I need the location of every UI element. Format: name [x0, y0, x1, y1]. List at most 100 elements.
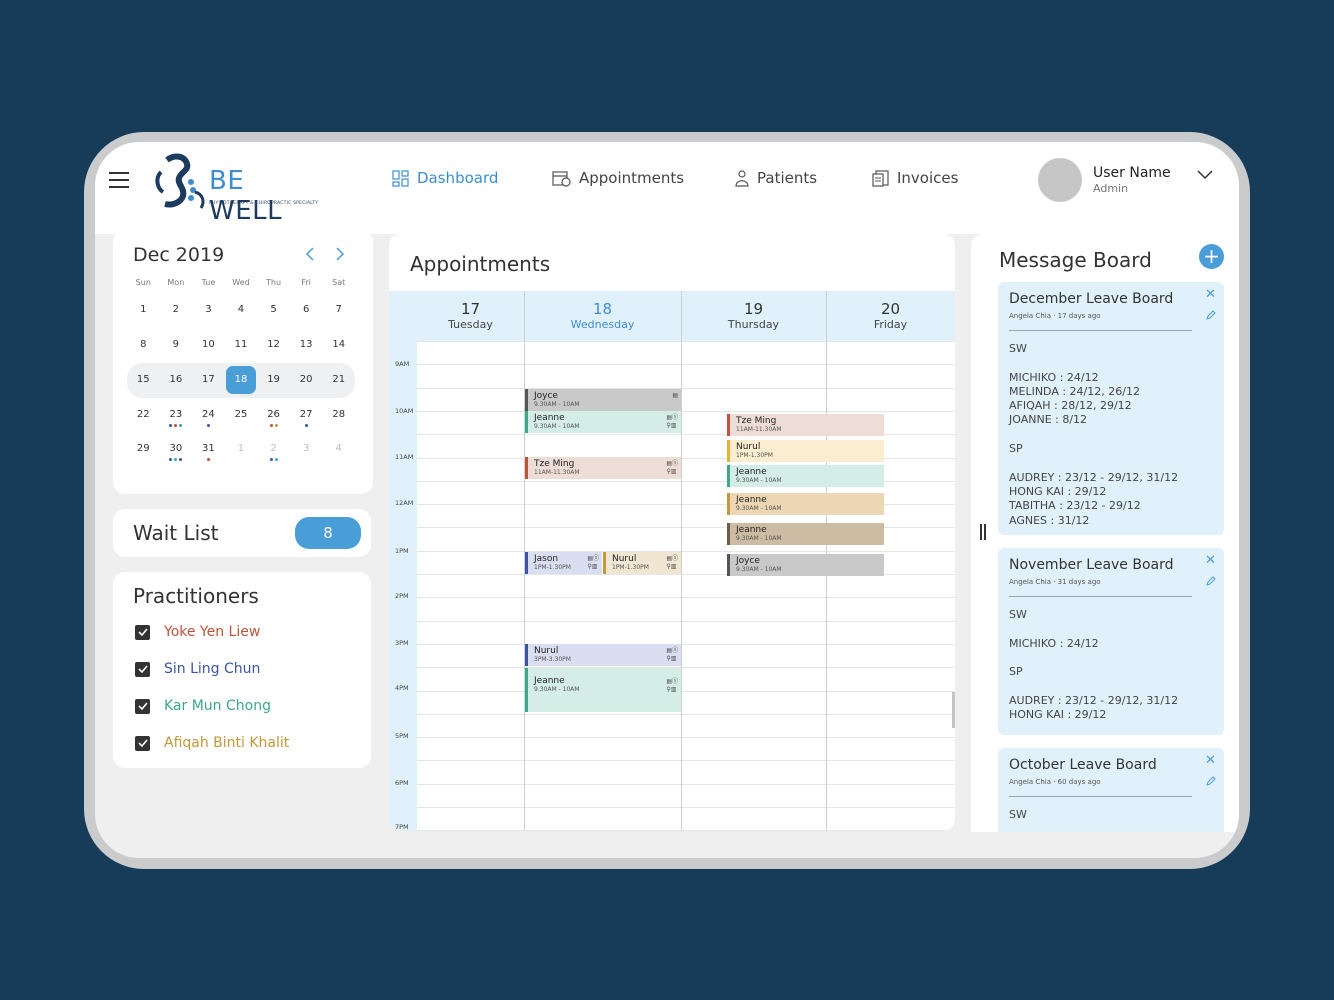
- calendar-day[interactable]: 6: [290, 296, 323, 324]
- wait-list-count-badge[interactable]: 8: [295, 517, 361, 549]
- calendar-day[interactable]: 27: [290, 401, 323, 429]
- checkbox-checked[interactable]: [135, 698, 150, 714]
- calendar-day[interactable]: 2: [257, 435, 290, 463]
- grid-line: [417, 388, 955, 389]
- close-icon[interactable]: ✕: [1205, 753, 1216, 768]
- calendar-day[interactable]: 30: [160, 435, 193, 463]
- card-title: December Leave Board: [1009, 291, 1174, 307]
- appointment-event[interactable]: Nurul 1PM-1.30PM: [727, 440, 884, 462]
- appointment-event[interactable]: Jason 1PM-1.30PM ▤ⓢ ⚲▥: [525, 552, 602, 574]
- calendar-scrollbar[interactable]: [952, 692, 955, 728]
- calendar-day[interactable]: 22: [127, 401, 160, 429]
- event-dots: [257, 458, 290, 462]
- calendar-day[interactable]: 3: [290, 435, 323, 463]
- calendar-day[interactable]: 26: [257, 401, 290, 429]
- practitioner-item[interactable]: Kar Mun Chong: [135, 698, 271, 714]
- calendar-day[interactable]: 11: [225, 331, 258, 359]
- user-role: Admin: [1093, 182, 1129, 195]
- calendar-day[interactable]: 19: [257, 366, 290, 394]
- calendar-day[interactable]: 4: [225, 296, 258, 324]
- day-column-header-today[interactable]: 18 Wednesday: [524, 291, 681, 341]
- user-name: User Name: [1093, 165, 1171, 181]
- calendar-day[interactable]: 9: [160, 331, 193, 359]
- appointment-event[interactable]: Jeanne 9.30AM - 10AM ▤ⓢ ⚲▥: [525, 668, 681, 712]
- calendar-day[interactable]: 24: [192, 401, 225, 429]
- appointment-event[interactable]: Jeanne 9.30AM - 10AM ▤ⓢ ⚲▥: [525, 411, 681, 433]
- calendar-day[interactable]: 14: [322, 331, 355, 359]
- appointment-event[interactable]: Jeanne 9.30AM - 10AM: [727, 523, 884, 545]
- event-patient-name: Jeanne: [736, 525, 767, 535]
- calendar-day[interactable]: 5: [257, 296, 290, 324]
- close-icon[interactable]: ✕: [1205, 553, 1216, 568]
- calendar-day[interactable]: 10: [192, 331, 225, 359]
- calendar-day[interactable]: 28: [322, 401, 355, 429]
- calendar-day[interactable]: 15: [127, 366, 160, 394]
- practitioner-item[interactable]: Sin Ling Chun: [135, 661, 260, 677]
- calendar-day[interactable]: 8: [127, 331, 160, 359]
- day-column-header[interactable]: 20 Friday: [826, 291, 955, 341]
- appointment-event[interactable]: Nurul 3PM-3.30PM ▤ⓢ ⚲▥: [525, 644, 681, 666]
- leave-board-card[interactable]: December Leave Board Angela Chia · 17 da…: [998, 282, 1224, 535]
- checkbox-checked[interactable]: [135, 624, 150, 640]
- close-icon[interactable]: ✕: [1205, 287, 1216, 302]
- edit-icon[interactable]: [1206, 576, 1216, 586]
- calendar-day[interactable]: 17: [192, 366, 225, 394]
- prev-month-icon[interactable]: [303, 246, 317, 262]
- time-label: 10AM: [395, 407, 414, 415]
- menu-icon[interactable]: [109, 172, 129, 188]
- time-label: 7PM: [395, 823, 409, 831]
- weekday-label: Sat: [332, 278, 346, 287]
- card-divider: [1009, 596, 1192, 597]
- practitioner-item[interactable]: Yoke Yen Liew: [135, 624, 260, 640]
- appointment-event[interactable]: Nurul 1PM-1.30PM ▤ⓢ ⚲▥: [603, 552, 681, 574]
- appointment-event[interactable]: Joyce 9.30AM - 10AM: [727, 554, 884, 576]
- practitioner-item[interactable]: Afiqah Binti Khalit: [135, 735, 289, 751]
- calendar-day[interactable]: 1: [127, 296, 160, 324]
- nav-dashboard[interactable]: Dashboard: [392, 169, 498, 187]
- calendar-day[interactable]: 3: [192, 296, 225, 324]
- wait-list[interactable]: Wait List 8: [113, 509, 371, 557]
- nav-appointments[interactable]: Appointments: [552, 169, 684, 187]
- day-column-header[interactable]: 19 Thursday: [681, 291, 826, 341]
- appointment-event[interactable]: Joyce 9.30AM - 10AM ▤: [525, 389, 681, 411]
- checkbox-checked[interactable]: [135, 735, 150, 751]
- calendar-day[interactable]: 16: [160, 366, 193, 394]
- time-label: 11AM: [395, 453, 414, 461]
- calendar-day[interactable]: 1: [225, 435, 258, 463]
- calendar-day-selected[interactable]: 18: [225, 366, 256, 395]
- calendar-day[interactable]: 25: [225, 401, 258, 429]
- edit-icon[interactable]: [1206, 776, 1216, 786]
- leave-board-card[interactable]: November Leave Board Angela Chia · 31 da…: [998, 548, 1224, 735]
- appointment-event[interactable]: Jeanne 9.30AM - 10AM: [727, 465, 884, 487]
- time-label: 1PM: [395, 547, 409, 555]
- checkbox-checked[interactable]: [135, 661, 150, 677]
- appointment-event[interactable]: Jeanne 9.30AM - 10AM: [727, 493, 884, 515]
- day-column-header[interactable]: 17 Tuesday: [417, 291, 524, 341]
- brand-logo[interactable]: BE WELL PHYSIOTHERAPY & CHIROPRACTIC SPE…: [151, 150, 321, 226]
- nav-invoices[interactable]: Invoices: [872, 169, 958, 187]
- calendar-day[interactable]: 31: [192, 435, 225, 463]
- calendar-day[interactable]: 13: [290, 331, 323, 359]
- calendar-day[interactable]: 12: [257, 331, 290, 359]
- calendar-day[interactable]: 20: [290, 366, 323, 394]
- chevron-down-icon[interactable]: [1197, 170, 1213, 180]
- calendar-day[interactable]: 21: [322, 366, 355, 394]
- calendar-day[interactable]: 4: [322, 435, 355, 463]
- panel-resize-handle[interactable]: [980, 524, 986, 540]
- nav-patients[interactable]: Patients: [735, 169, 817, 187]
- add-message-button[interactable]: +: [1199, 244, 1224, 269]
- avatar[interactable]: [1038, 158, 1082, 202]
- calendar-day[interactable]: 7: [322, 296, 355, 324]
- event-patient-name: Joyce: [736, 556, 760, 566]
- next-month-icon[interactable]: [333, 246, 347, 262]
- leave-board-card[interactable]: October Leave Board Angela Chia · 60 day…: [998, 748, 1224, 832]
- practitioner-name: Afiqah Binti Khalit: [164, 735, 290, 751]
- appointment-event[interactable]: Tze Ming 11AM-11.30AM ▤ⓢ ⚲▥: [525, 457, 681, 479]
- edit-icon[interactable]: [1206, 310, 1216, 320]
- weekday-label: Wed: [232, 278, 250, 287]
- calendar-day[interactable]: 23: [160, 401, 193, 429]
- mini-calendar: Dec 2019 Sun Mon Tue Wed Thu Fri Sat 1 2…: [113, 230, 373, 494]
- appointment-event[interactable]: Tze Ming 11AM-11.30AM: [727, 414, 884, 436]
- calendar-day[interactable]: 2: [160, 296, 193, 324]
- calendar-day[interactable]: 29: [127, 435, 160, 463]
